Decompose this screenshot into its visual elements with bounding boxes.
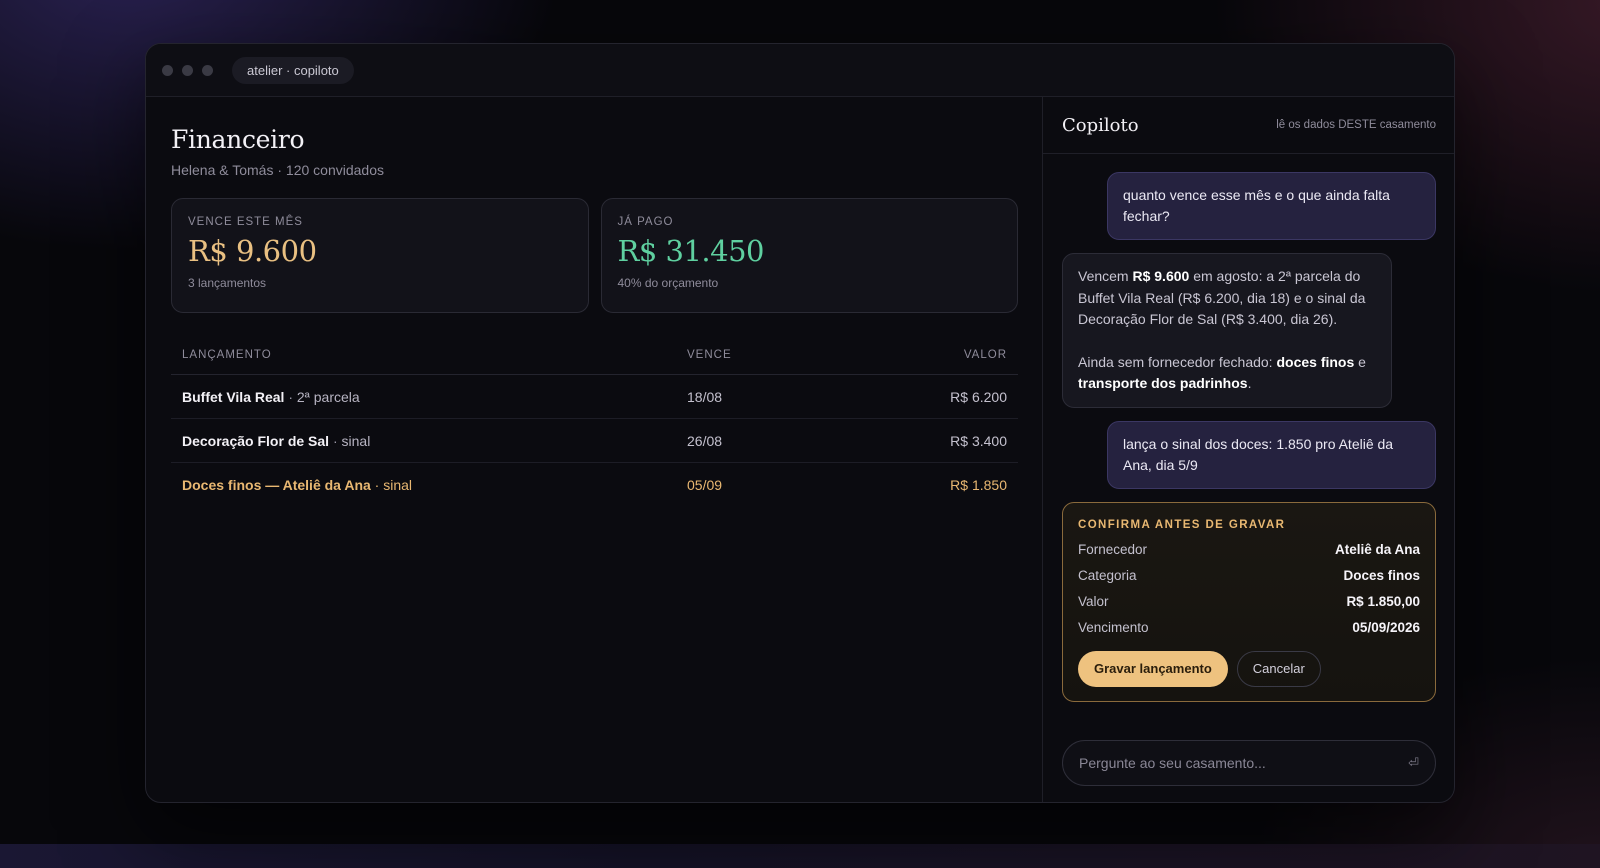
entry-due: 05/09: [687, 477, 723, 493]
confirmation-actions: Gravar lançamento Cancelar: [1078, 650, 1420, 687]
entries-table: LANÇAMENTO VENCE VALOR Buffet Vila Real …: [171, 335, 1018, 507]
assistant-message: Vencem R$ 9.600 em agosto: a 2ª parcela …: [1062, 253, 1392, 408]
entry-name: Doces finos — Ateliê da Ana: [182, 477, 371, 493]
table-row[interactable]: Decoração Flor de Sal · sinal 26/08 R$ 3…: [171, 419, 1018, 463]
card-value: R$ 9.600: [188, 234, 317, 268]
copilot-title: Copiloto: [1062, 114, 1139, 136]
bottom-strip: [0, 844, 1600, 868]
card-value: R$ 31.450: [617, 234, 765, 268]
app-window: atelier · copiloto Financeiro Helena & T…: [145, 43, 1455, 803]
copilot-header: Copiloto lê os dados DESTE casamento: [1043, 97, 1454, 154]
chat-thread: quanto vence esse mês e o que ainda falt…: [1043, 154, 1454, 802]
column-header-entry[interactable]: LANÇAMENTO: [182, 349, 687, 361]
table-row[interactable]: Buffet Vila Real · 2ª parcela 18/08 R$ 6…: [171, 375, 1018, 419]
entry-value: R$ 6.200: [950, 388, 1007, 405]
save-entry-button[interactable]: Gravar lançamento: [1078, 650, 1228, 687]
window-dot-icon[interactable]: [182, 64, 193, 76]
enter-icon[interactable]: ⏎: [1408, 755, 1419, 771]
entry-kind: 2ª parcela: [296, 388, 360, 405]
chat-composer: ⏎: [1062, 740, 1436, 786]
table-row-pending[interactable]: Doces finos — Ateliê da Ana · sinal 05/0…: [171, 463, 1018, 507]
entry-separator: ·: [370, 477, 384, 493]
field-supplier: Fornecedor Ateliê da Ana: [1078, 541, 1420, 557]
cancel-button[interactable]: Cancelar: [1236, 650, 1321, 687]
due-this-month-card: VENCE ESTE MÊS R$ 9.600 3 lançamentos: [171, 198, 589, 313]
summary-cards: VENCE ESTE MÊS R$ 9.600 3 lançamentos JÁ…: [171, 198, 1018, 313]
card-label: VENCE ESTE MÊS: [188, 216, 303, 228]
column-header-due[interactable]: VENCE: [687, 349, 887, 361]
finance-panel: Financeiro Helena & Tomás · 120 convidad…: [146, 97, 1043, 802]
entry-due: 26/08: [687, 432, 723, 449]
user-message: lança o sinal dos doces: 1.850 pro Ateli…: [1107, 420, 1436, 489]
field-due-date: Vencimento 05/09/2026: [1078, 619, 1420, 635]
field-amount: Valor R$ 1.850,00: [1078, 593, 1420, 609]
window-dot-icon[interactable]: [202, 64, 213, 76]
already-paid-card: JÁ PAGO R$ 31.450 40% do orçamento: [600, 198, 1018, 313]
card-note: 3 lançamentos: [188, 276, 267, 290]
confirmation-card: CONFIRMA ANTES DE GRAVAR Fornecedor Ateli…: [1062, 501, 1436, 702]
copilot-panel: Copiloto lê os dados DESTE casamento qua…: [1043, 97, 1454, 802]
entry-value: R$ 1.850: [950, 477, 1007, 493]
entry-value: R$ 3.400: [950, 432, 1007, 449]
window-dot-icon[interactable]: [162, 64, 173, 76]
entry-name: Buffet Vila Real: [182, 388, 285, 405]
column-header-value[interactable]: VALOR: [887, 349, 1007, 361]
confirmation-title: CONFIRMA ANTES DE GRAVAR: [1078, 518, 1286, 531]
card-label: JÁ PAGO: [617, 216, 674, 228]
entry-kind: sinal: [341, 432, 371, 449]
field-category: Categoria Doces finos: [1078, 567, 1420, 583]
page-subtitle: Helena & Tomás · 120 convidados: [171, 162, 384, 178]
app-tab[interactable]: atelier · copiloto: [232, 56, 354, 84]
entry-kind: sinal: [383, 477, 413, 493]
chat-input[interactable]: [1079, 755, 1409, 771]
copilot-hint: lê os dados DESTE casamento: [1276, 119, 1436, 131]
user-message: quanto vence esse mês e o que ainda falt…: [1107, 172, 1436, 240]
entry-separator: ·: [284, 388, 297, 405]
entry-separator: ·: [329, 432, 342, 449]
table-header: LANÇAMENTO VENCE VALOR: [171, 335, 1018, 375]
entry-due: 18/08: [687, 388, 723, 405]
entry-name: Decoração Flor de Sal: [182, 432, 330, 449]
page-title: Financeiro: [171, 125, 305, 154]
titlebar: atelier · copiloto: [146, 44, 1454, 97]
card-note: 40% do orçamento: [617, 276, 719, 290]
